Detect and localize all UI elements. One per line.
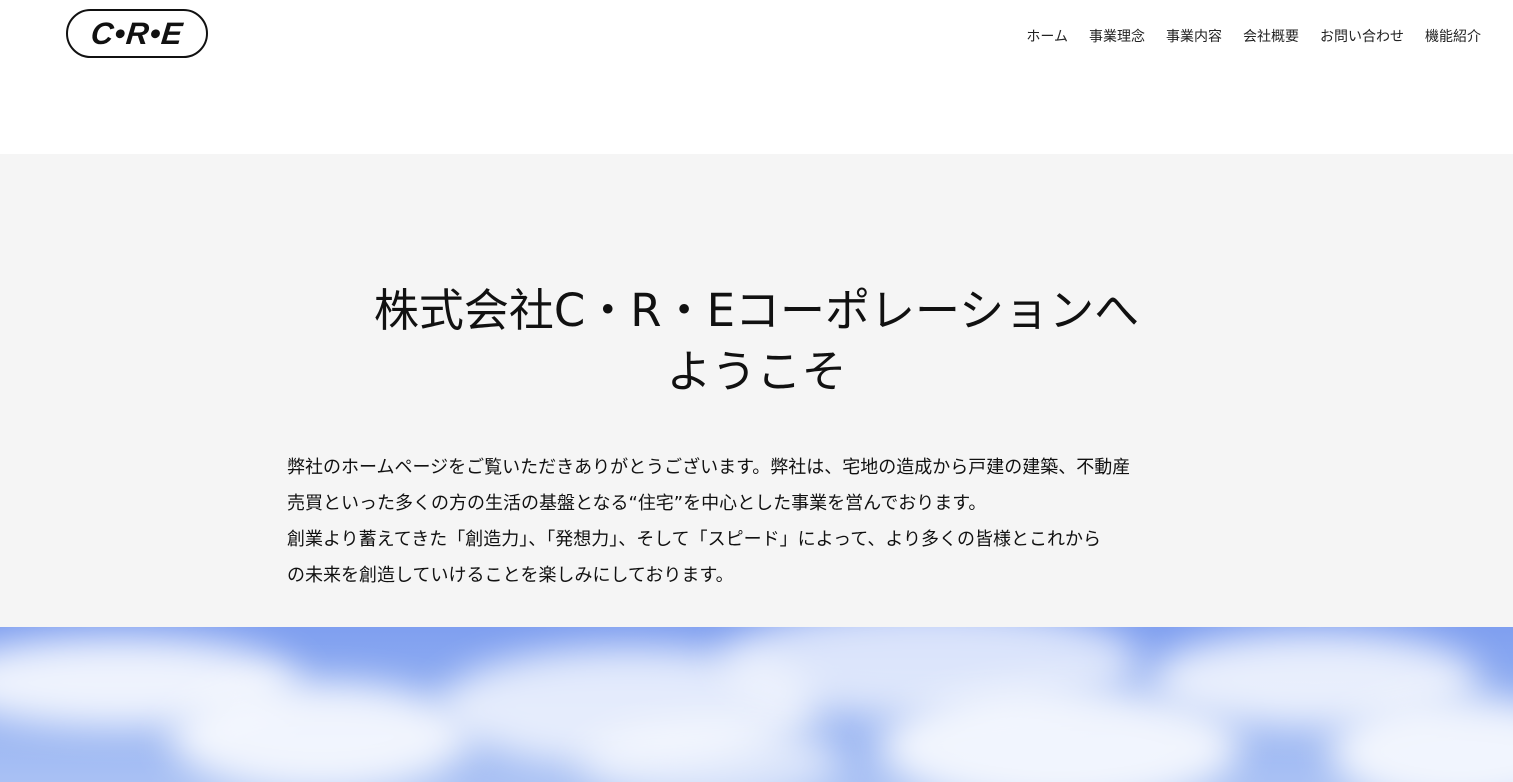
welcome-message-line: 創業より蓄えてきた「創造力」、「発想力」、そして「スピード」によって、より多くの… [287,529,1101,550]
main-nav: ホーム 事業理念 事業内容 会社概要 お問い合わせ 機能紹介 [1026,27,1481,47]
nav-item-home[interactable]: ホーム [1026,27,1068,47]
nav-item-business[interactable]: 事業内容 [1166,27,1222,47]
welcome-title-line2: ようこそ [666,345,847,398]
welcome-message-line: 弊社のホームページをご覧いただきありがとうございます。弊社は、宅地の造成から戸建… [287,457,1131,478]
welcome-title-line1: 株式会社C・R・Eコーポレーションへ [373,284,1140,337]
site-header: C•R•E ホーム 事業理念 事業内容 会社概要 お問い合わせ 機能紹介 [0,0,1513,154]
nav-item-philosophy[interactable]: 事業理念 [1089,27,1145,47]
sky-hero-image [0,627,1513,782]
nav-item-company[interactable]: 会社概要 [1243,27,1299,47]
welcome-title: 株式会社C・R・Eコーポレーションへ ようこそ [0,280,1513,402]
logo-text: C•R•E [89,15,185,51]
logo-link[interactable]: C•R•E [66,9,208,58]
nav-item-contact[interactable]: お問い合わせ [1320,27,1404,47]
cloud [170,682,470,782]
welcome-section: 株式会社C・R・Eコーポレーションへ ようこそ 弊社のホームページをご覧いただき… [0,154,1513,627]
welcome-message: 弊社のホームページをご覧いただきありがとうございます。弊社は、宅地の造成から戸建… [287,450,1237,594]
nav-item-features[interactable]: 機能紹介 [1425,27,1481,47]
welcome-message-line: 売買といった多くの方の生活の基盤となる“住宅”を中心とした事業を営んでおります。 [287,493,987,514]
page: C•R•E ホーム 事業理念 事業内容 会社概要 お問い合わせ 機能紹介 株式会… [0,0,1513,782]
welcome-message-line: の未来を創造していけることを楽しみにしております。 [287,565,734,586]
